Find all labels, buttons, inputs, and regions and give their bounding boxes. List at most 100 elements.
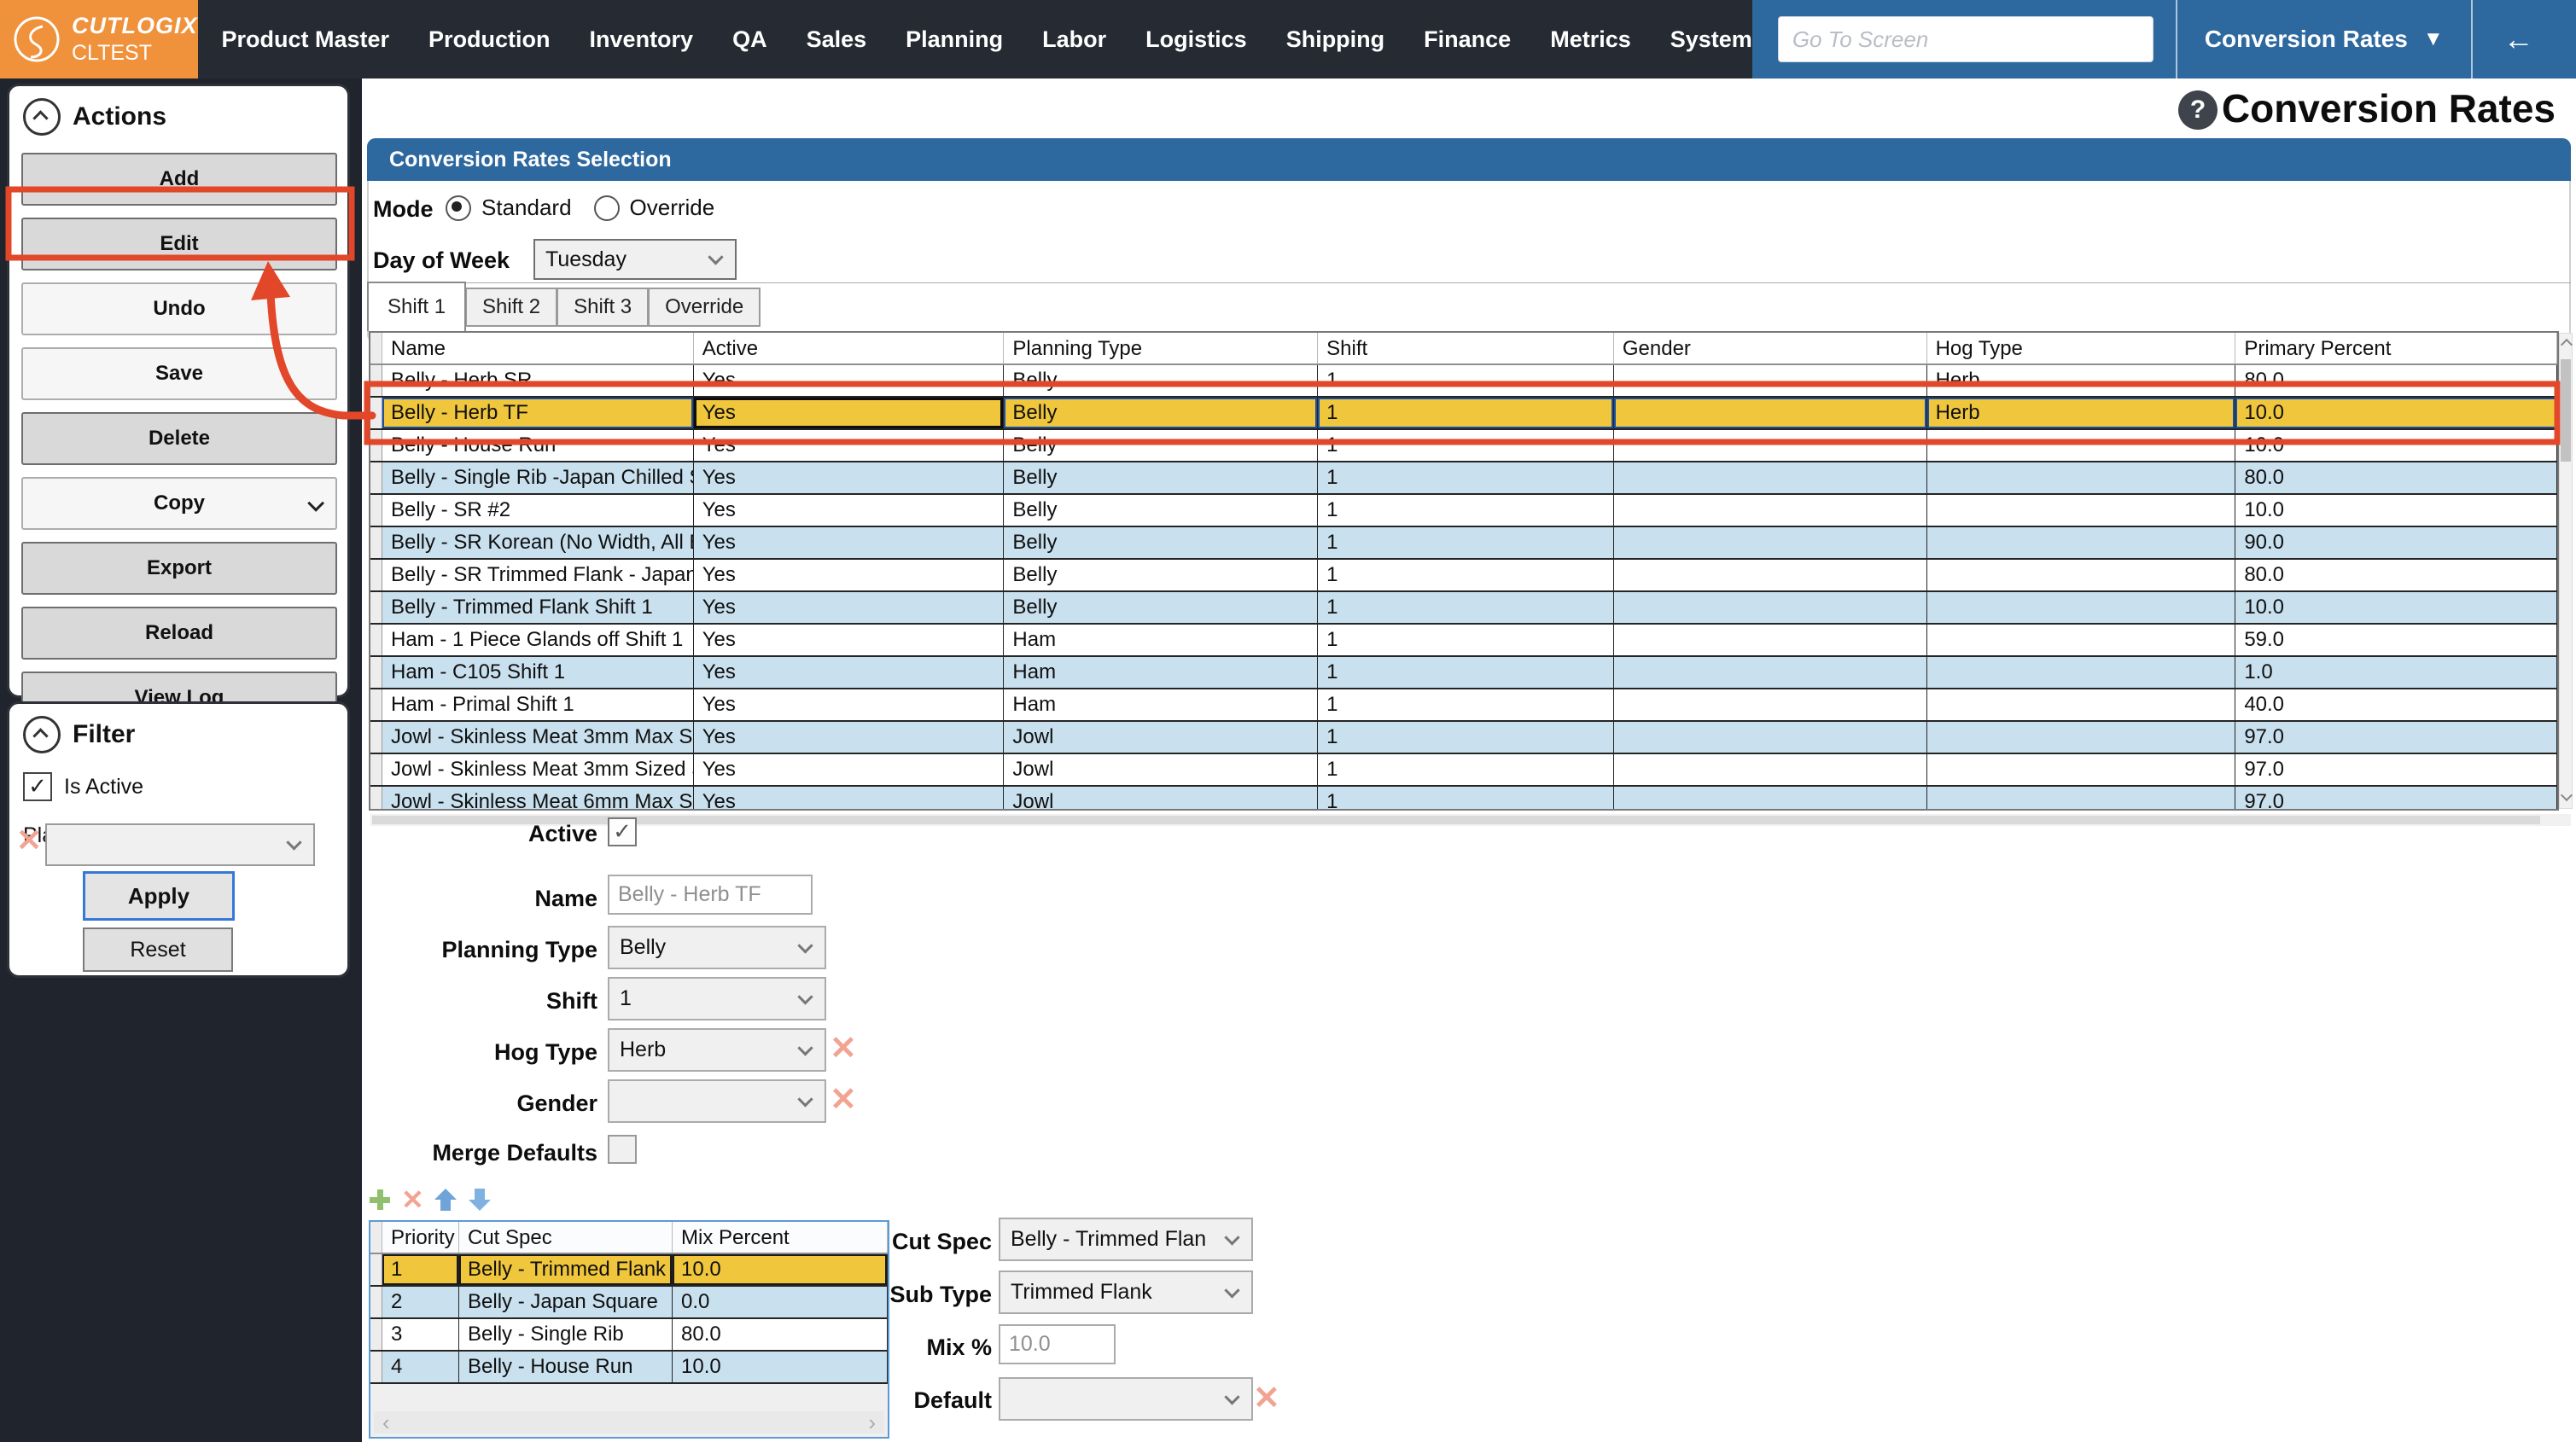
- row-header-cell[interactable]: [370, 365, 382, 396]
- scroll-up-icon[interactable]: [2561, 339, 2573, 351]
- cell-primary-percent[interactable]: 97.0: [2235, 754, 2557, 785]
- mix-percent-input[interactable]: [999, 1324, 1116, 1364]
- cell-gender[interactable]: [1614, 657, 1927, 688]
- row-header-cell[interactable]: [370, 689, 382, 720]
- cell-shift[interactable]: 1: [1318, 722, 1614, 753]
- cell-primary-percent[interactable]: 80.0: [2235, 462, 2557, 493]
- active-checkbox[interactable]: ✓: [608, 817, 637, 846]
- table-row[interactable]: Ham - Primal Shift 1YesHam140.0: [370, 689, 2557, 722]
- cell-planning-type[interactable]: Jowl: [1004, 787, 1318, 809]
- screen-selector-dropdown[interactable]: Conversion Rates ▼: [2200, 26, 2449, 53]
- row-header-cell[interactable]: [370, 657, 382, 688]
- day-of-week-dropdown[interactable]: Tuesday: [533, 239, 737, 280]
- cell-primary-percent[interactable]: 10.0: [2235, 398, 2557, 428]
- column-header-gender[interactable]: Gender: [1614, 333, 1927, 363]
- clear-gender-icon[interactable]: ✕: [830, 1080, 857, 1119]
- nav-item-logistics[interactable]: Logistics: [1145, 26, 1247, 53]
- cell-mix-percent[interactable]: 10.0: [673, 1254, 888, 1285]
- cell-hog-type[interactable]: [1927, 527, 2236, 558]
- cell-shift[interactable]: 1: [1318, 689, 1614, 720]
- table-row[interactable]: Jowl - Skinless Meat 3mm Sized SYesJowl1…: [370, 754, 2557, 787]
- cell-planning-type[interactable]: Belly: [1004, 592, 1318, 623]
- row-header-cell[interactable]: [370, 527, 382, 558]
- cell-hog-type[interactable]: [1927, 657, 2236, 688]
- table-row[interactable]: Jowl - Skinless Meat 3mm Max SlYesJowl19…: [370, 722, 2557, 754]
- nav-item-production[interactable]: Production: [428, 26, 551, 53]
- action-button-edit[interactable]: Edit: [21, 218, 337, 270]
- nav-item-labor[interactable]: Labor: [1042, 26, 1106, 53]
- row-header-cell[interactable]: [370, 495, 382, 526]
- cell-hog-type[interactable]: [1927, 787, 2236, 809]
- apply-button[interactable]: Apply: [83, 871, 235, 921]
- cell-primary-percent[interactable]: 97.0: [2235, 787, 2557, 809]
- cell-name[interactable]: Ham - C105 Shift 1: [382, 657, 694, 688]
- collapse-panel-icon[interactable]: [23, 98, 61, 136]
- row-header-cell[interactable]: [370, 430, 382, 461]
- cell-gender[interactable]: [1614, 560, 1927, 590]
- row-header-cell[interactable]: [370, 398, 382, 428]
- cell-priority[interactable]: 1: [382, 1254, 459, 1285]
- default-dropdown[interactable]: [999, 1377, 1253, 1421]
- column-header-hog-type[interactable]: Hog Type: [1927, 333, 2236, 363]
- action-button-delete[interactable]: Delete: [21, 412, 337, 465]
- column-header-priority[interactable]: Priority: [382, 1222, 459, 1253]
- table-row[interactable]: Belly - SR Korean (No Width, All EYesBel…: [370, 527, 2557, 560]
- cell-active[interactable]: Yes: [694, 527, 1005, 558]
- mode-option-override[interactable]: Override: [594, 195, 715, 221]
- app-logo[interactable]: CUTLOGIX CLTEST: [0, 0, 198, 78]
- cell-active[interactable]: Yes: [694, 754, 1005, 785]
- scrollbar-thumb[interactable]: [372, 816, 2540, 824]
- cell-cut-spec[interactable]: Belly - House Run: [459, 1352, 673, 1382]
- nav-item-shipping[interactable]: Shipping: [1286, 26, 1384, 53]
- table-row[interactable]: Jowl - Skinless Meat 6mm Max SlYesJowl19…: [370, 787, 2557, 809]
- cell-cut-spec[interactable]: Belly - Japan Square: [459, 1287, 673, 1317]
- clear-default-icon[interactable]: ✕: [1253, 1379, 1280, 1417]
- cell-name[interactable]: Belly - SR Korean (No Width, All E: [382, 527, 694, 558]
- cell-active[interactable]: Yes: [694, 625, 1005, 655]
- cell-hog-type[interactable]: [1927, 689, 2236, 720]
- cell-active[interactable]: Yes: [694, 787, 1005, 809]
- cell-planning-type[interactable]: Jowl: [1004, 722, 1318, 753]
- cell-name[interactable]: Jowl - Skinless Meat 6mm Max Sl: [382, 787, 694, 809]
- nav-item-system[interactable]: System: [1670, 26, 1752, 53]
- cell-cut-spec[interactable]: Belly - Single Rib: [459, 1319, 673, 1350]
- tab-shift-3[interactable]: Shift 3: [557, 288, 649, 327]
- column-header-shift[interactable]: Shift: [1318, 333, 1614, 363]
- nav-item-product-master[interactable]: Product Master: [222, 26, 390, 53]
- table-row[interactable]: Ham - 1 Piece Glands off Shift 1YesHam15…: [370, 625, 2557, 657]
- clear-hog-type-icon[interactable]: ✕: [830, 1029, 857, 1067]
- cell-shift[interactable]: 1: [1318, 592, 1614, 623]
- cell-hog-type[interactable]: [1927, 430, 2236, 461]
- sub-type-dropdown[interactable]: Trimmed Flank: [999, 1270, 1253, 1314]
- cell-active[interactable]: Yes: [694, 365, 1005, 396]
- cell-shift[interactable]: 1: [1318, 462, 1614, 493]
- shift-dropdown[interactable]: 1: [608, 977, 826, 1020]
- cell-name[interactable]: Jowl - Skinless Meat 3mm Max Sl: [382, 722, 694, 753]
- table-row[interactable]: Ham - C105 Shift 1YesHam11.0: [370, 657, 2557, 689]
- cell-planning-type[interactable]: Belly: [1004, 462, 1318, 493]
- go-to-screen-input[interactable]: [1778, 16, 2153, 62]
- row-header-cell[interactable]: [370, 754, 382, 785]
- table-row[interactable]: Belly - Single Rib -Japan Chilled SYesBe…: [370, 462, 2557, 495]
- table-row[interactable]: Belly - Trimmed Flank Shift 1YesBelly110…: [370, 592, 2557, 625]
- forward-arrow-icon[interactable]: →: [2565, 0, 2576, 78]
- cell-primary-percent[interactable]: 1.0: [2235, 657, 2557, 688]
- column-header-name[interactable]: Name: [382, 333, 694, 363]
- cell-name[interactable]: Belly - Trimmed Flank Shift 1: [382, 592, 694, 623]
- column-header-cut-spec[interactable]: Cut Spec: [459, 1222, 673, 1253]
- cell-name[interactable]: Belly - Single Rib -Japan Chilled S: [382, 462, 694, 493]
- cell-shift[interactable]: 1: [1318, 754, 1614, 785]
- cell-gender[interactable]: [1614, 462, 1927, 493]
- row-header-cell[interactable]: [370, 787, 382, 809]
- cell-primary-percent[interactable]: 97.0: [2235, 722, 2557, 753]
- cell-active[interactable]: Yes: [694, 560, 1005, 590]
- cell-primary-percent[interactable]: 59.0: [2235, 625, 2557, 655]
- cell-planning-type[interactable]: Belly: [1004, 430, 1318, 461]
- cell-shift[interactable]: 1: [1318, 495, 1614, 526]
- cell-priority[interactable]: 4: [382, 1352, 459, 1382]
- cell-active[interactable]: Yes: [694, 592, 1005, 623]
- row-header-cell[interactable]: [370, 1352, 382, 1382]
- merge-defaults-checkbox[interactable]: [608, 1135, 637, 1164]
- planning-type-dropdown[interactable]: Belly: [608, 926, 826, 969]
- action-button-export[interactable]: Export: [21, 542, 337, 595]
